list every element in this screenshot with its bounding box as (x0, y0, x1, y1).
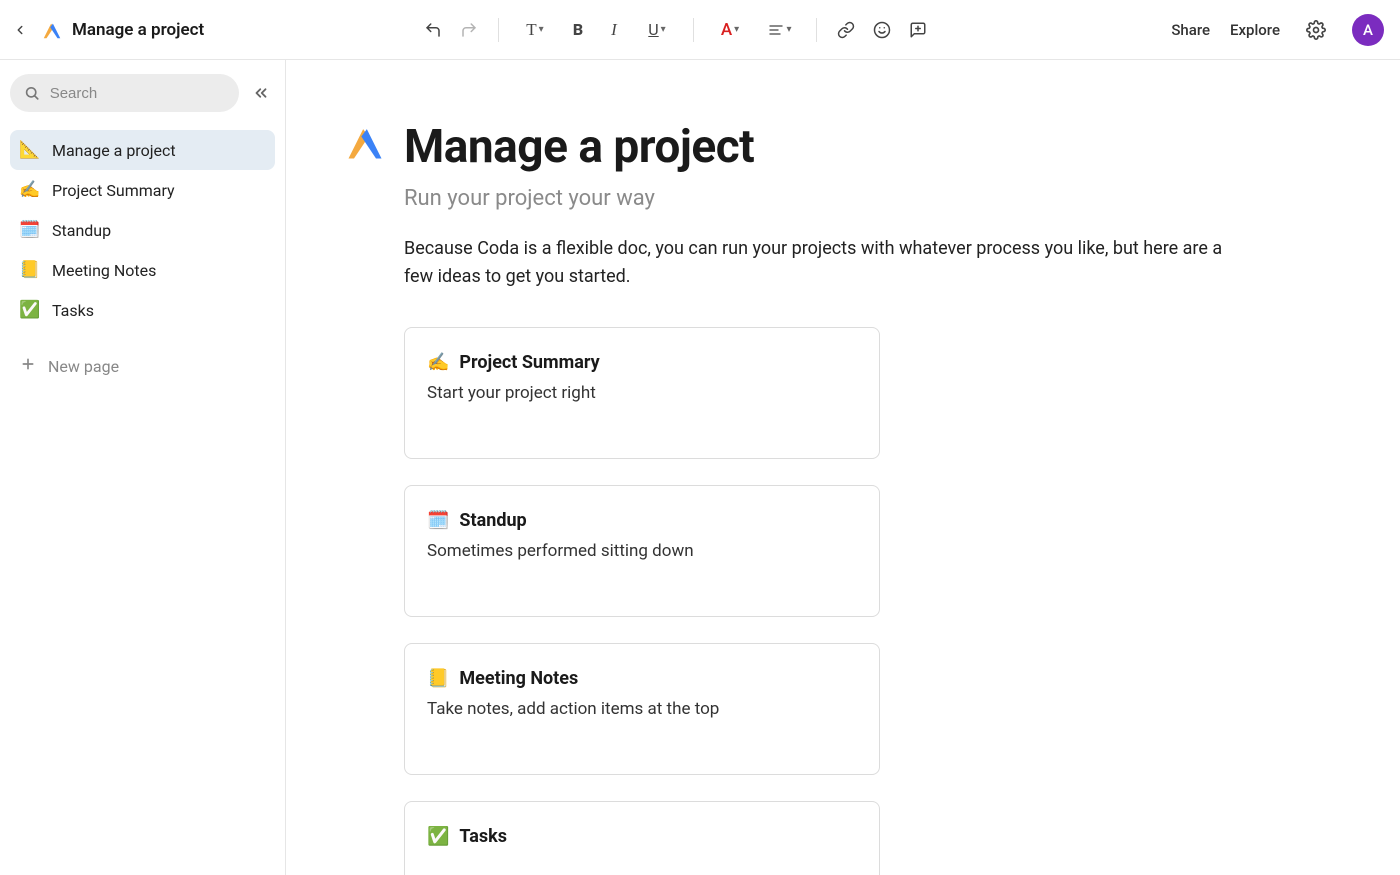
card-icon: 🗓️ (427, 510, 449, 531)
sidebar-item-label: Project Summary (52, 181, 175, 200)
topbar-left: Manage a project (8, 18, 286, 42)
text-color-button[interactable]: A ▾ (706, 13, 754, 47)
card-title: Tasks (459, 826, 507, 847)
avatar[interactable]: A (1352, 14, 1384, 46)
text-color-letter: A (721, 20, 732, 40)
sidebar-item[interactable]: 📐 Manage a project (10, 130, 275, 170)
collapse-sidebar-button[interactable] (247, 79, 275, 107)
sidebar-item-icon: 🗓️ (20, 220, 40, 240)
body: 📐 Manage a project ✍️ Project Summary 🗓️ Stan… (0, 60, 1400, 875)
topbar-right: Share Explore A (1171, 14, 1384, 46)
redo-button[interactable] (452, 13, 486, 47)
sidebar-item[interactable]: 🗓️ Standup (10, 210, 275, 250)
underline-button[interactable]: U ▾ (633, 13, 681, 47)
card-title-row: ✅ Tasks (427, 826, 857, 847)
chevron-down-icon: ▾ (734, 24, 739, 35)
card-title: Meeting Notes (459, 668, 578, 689)
italic-button[interactable]: I (597, 13, 631, 47)
page-card[interactable]: 🗓️ Standup Sometimes performed sitting dow… (404, 485, 880, 617)
sidebar-item-icon: ✍️ (20, 180, 40, 200)
sidebar-item-icon: 📐 (20, 140, 40, 160)
explore-button[interactable]: Explore (1230, 21, 1280, 39)
page-card[interactable]: 📒 Meeting Notes Take notes, add action ite… (404, 643, 880, 775)
link-button[interactable] (829, 13, 863, 47)
sidebar-item[interactable]: ✍️ Project Summary (10, 170, 275, 210)
card-icon: ✅ (427, 826, 449, 847)
toolbar-separator (693, 18, 694, 42)
chevron-down-icon: ▾ (661, 24, 666, 35)
sidebar-item-label: Manage a project (52, 141, 176, 160)
doc-title[interactable]: Manage a project (72, 20, 204, 40)
card-icon: 📒 (427, 668, 449, 689)
comment-button[interactable] (901, 13, 935, 47)
page-title-row: Manage a project (342, 120, 1340, 174)
emoji-button[interactable] (865, 13, 899, 47)
text-style-letter: T (526, 20, 536, 40)
align-button[interactable]: ▾ (756, 13, 804, 47)
doc-icon (40, 18, 64, 42)
card-title: Standup (459, 510, 526, 531)
new-page-label: New page (48, 357, 119, 376)
chevron-down-icon: ▾ (786, 24, 791, 35)
toolbar-separator (498, 18, 499, 42)
back-button[interactable] (8, 18, 32, 42)
search-icon (24, 84, 40, 102)
sidebar-item-label: Meeting Notes (52, 261, 156, 280)
toolbar-separator (816, 18, 817, 42)
search-row (10, 74, 275, 112)
plus-icon (20, 356, 36, 376)
sidebar-item-label: Tasks (52, 301, 94, 320)
page-card[interactable]: ✍️ Project Summary Start your project righ… (404, 327, 880, 459)
undo-button[interactable] (416, 13, 450, 47)
card-desc: Sometimes performed sitting down (427, 541, 857, 561)
text-style-button[interactable]: T ▾ (511, 13, 559, 47)
card-icon: ✍️ (427, 352, 449, 373)
sidebar-item[interactable]: ✅ Tasks (10, 290, 275, 330)
sidebar-item-label: Standup (52, 221, 111, 240)
card-title: Project Summary (459, 352, 599, 373)
main-content: Manage a project Run your project your w… (286, 60, 1400, 875)
page-title[interactable]: Manage a project (404, 120, 754, 174)
toolbar: T ▾ B I U ▾ A ▾ ▾ (286, 13, 1171, 47)
bold-button[interactable]: B (561, 13, 595, 47)
settings-button[interactable] (1300, 14, 1332, 46)
page-subtitle[interactable]: Run your project your way (404, 186, 1340, 211)
sidebar: 📐 Manage a project ✍️ Project Summary 🗓️ Stan… (0, 60, 286, 875)
page-title-icon[interactable] (342, 120, 388, 174)
card-title-row: 📒 Meeting Notes (427, 668, 857, 689)
card-desc: Start your project right (427, 383, 857, 403)
sidebar-item-icon: 📒 (20, 260, 40, 280)
search-box[interactable] (10, 74, 239, 112)
card-title-row: ✍️ Project Summary (427, 352, 857, 373)
sidebar-item-icon: ✅ (20, 300, 40, 320)
card-desc: Take notes, add action items at the top (427, 699, 857, 719)
search-input[interactable] (50, 85, 225, 102)
page-intro[interactable]: Because Coda is a flexible doc, you can … (404, 235, 1254, 291)
topbar: Manage a project T ▾ B I U ▾ A ▾ ▾ (0, 0, 1400, 60)
chevron-down-icon: ▾ (539, 24, 544, 35)
page-card[interactable]: ✅ Tasks (404, 801, 880, 875)
share-button[interactable]: Share (1171, 21, 1210, 39)
page-cards: ✍️ Project Summary Start your project righ… (404, 327, 1340, 875)
sidebar-item[interactable]: 📒 Meeting Notes (10, 250, 275, 290)
new-page-button[interactable]: New page (10, 346, 275, 386)
card-title-row: 🗓️ Standup (427, 510, 857, 531)
